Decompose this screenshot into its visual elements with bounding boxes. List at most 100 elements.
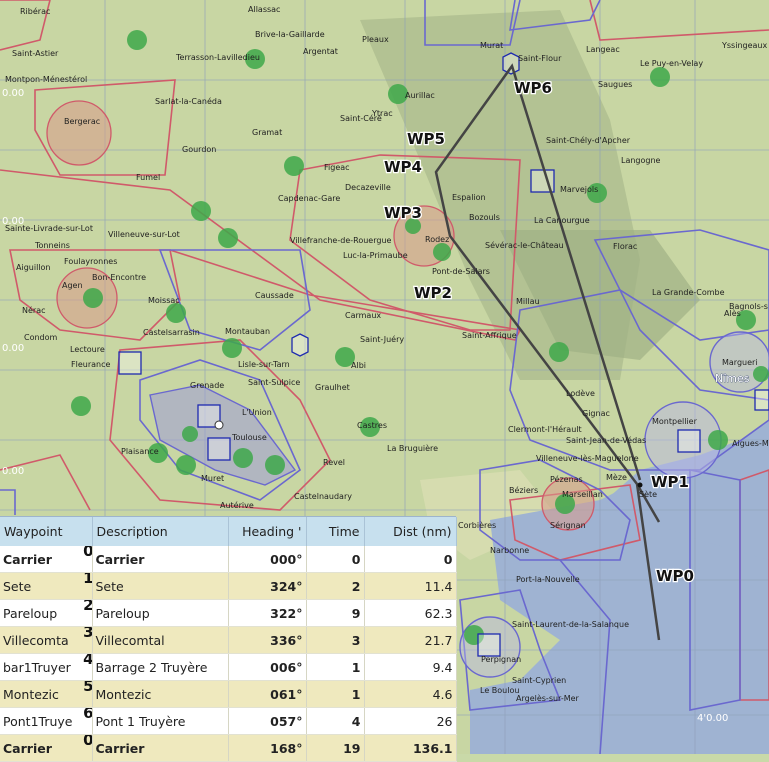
heading-cell[interactable]: 061° bbox=[228, 680, 307, 708]
waypoint-table: Waypoint Description Heading ' Time Dist… bbox=[0, 517, 457, 762]
place-label: Alès bbox=[724, 308, 741, 318]
time-cell[interactable]: 1 bbox=[306, 680, 365, 708]
dist-cell[interactable]: 4.6 bbox=[364, 680, 457, 708]
dist-cell[interactable]: 9.4 bbox=[364, 653, 457, 681]
time-cell[interactable]: 1 bbox=[306, 653, 365, 681]
wp5-label[interactable]: WP5 bbox=[406, 129, 446, 150]
place-label: Allassac bbox=[248, 5, 280, 14]
place-label: Villeneuve-sur-Lot bbox=[108, 230, 180, 239]
place-label: Montauban bbox=[225, 327, 270, 336]
heading-cell[interactable]: 168° bbox=[228, 734, 307, 762]
header-time[interactable]: Time bbox=[306, 517, 365, 546]
description-cell[interactable]: Carrier bbox=[92, 734, 229, 762]
coord-label: 0.00 bbox=[2, 466, 24, 477]
sete-marker bbox=[637, 482, 643, 488]
place-label: Aiguillon bbox=[16, 263, 50, 272]
description-cell[interactable]: Montezic bbox=[92, 680, 229, 708]
heading-cell[interactable]: 000° bbox=[228, 546, 307, 573]
heading-cell[interactable]: 336° bbox=[228, 626, 307, 654]
waypoint-cell[interactable]: Carrier0 bbox=[0, 734, 93, 762]
place-label: Castelsarrasin bbox=[143, 328, 200, 337]
place-label: Revel bbox=[323, 458, 345, 467]
place-label: Sarlat-la-Canéda bbox=[155, 96, 222, 106]
coord-label: 0.00 bbox=[2, 88, 24, 99]
place-label: Margueri bbox=[722, 358, 758, 367]
description-cell[interactable]: Sete bbox=[92, 572, 229, 600]
place-label: Fleurance bbox=[71, 360, 110, 369]
description-cell[interactable]: Pont 1 Truyère bbox=[92, 707, 229, 735]
dist-cell[interactable]: 62.3 bbox=[364, 599, 457, 627]
waypoint-cell[interactable]: bar1Truyer4 bbox=[0, 653, 93, 681]
wp6-label[interactable]: WP6 bbox=[513, 78, 553, 99]
place-label: Decazeville bbox=[345, 183, 391, 192]
description-cell[interactable]: Barrage 2 Truyère bbox=[92, 653, 229, 681]
place-label: Agen bbox=[62, 281, 83, 290]
waypoint-index: 0 bbox=[83, 546, 91, 560]
place-label: Saint-Juéry bbox=[360, 334, 404, 344]
wp1-label[interactable]: WP1 bbox=[650, 472, 690, 493]
dist-cell[interactable]: 26 bbox=[364, 707, 457, 735]
place-label: Plaisance bbox=[121, 447, 159, 456]
table-row[interactable]: bar1Truyer4 Barrage 2 Truyère 006° 1 9.4 bbox=[0, 653, 457, 681]
header-heading[interactable]: Heading ' bbox=[228, 517, 307, 546]
dist-cell[interactable]: 21.7 bbox=[364, 626, 457, 654]
description-cell[interactable]: Villecomtal bbox=[92, 626, 229, 654]
place-label: L'Union bbox=[242, 408, 272, 417]
table-row[interactable]: Montezic5 Montezic 061° 1 4.6 bbox=[0, 680, 457, 708]
wp0-label[interactable]: WP0 bbox=[655, 566, 695, 587]
header-waypoint[interactable]: Waypoint bbox=[0, 517, 93, 546]
place-label: Nérac bbox=[22, 305, 46, 315]
table-row[interactable]: Pareloup2 Pareloup 322° 9 62.3 bbox=[0, 599, 457, 627]
waypoint-cell[interactable]: Carrier0 bbox=[0, 546, 93, 573]
wp3-label[interactable]: WP3 bbox=[383, 203, 423, 224]
waypoint-cell[interactable]: Sete1 bbox=[0, 572, 93, 600]
place-label: Carmaux bbox=[345, 311, 381, 320]
waypoint-cell[interactable]: Pareloup2 bbox=[0, 599, 93, 627]
waypoint-cell[interactable]: Montezic5 bbox=[0, 680, 93, 708]
dist-cell[interactable]: 136.1 bbox=[364, 734, 457, 762]
place-label: Clermont-l'Hérault bbox=[508, 424, 582, 434]
place-label: Bergerac bbox=[64, 117, 100, 126]
place-label: Villeneuve-lès-Maguelone bbox=[536, 453, 639, 463]
place-label: Sévérac-le-Château bbox=[485, 240, 564, 250]
description-cell[interactable]: Carrier bbox=[92, 546, 229, 573]
bergerac-zone bbox=[46, 100, 112, 166]
heading-cell[interactable]: 057° bbox=[228, 707, 307, 735]
time-cell[interactable]: 4 bbox=[306, 707, 365, 735]
place-label: Le Boulou bbox=[480, 686, 519, 695]
place-label: Sète bbox=[639, 489, 657, 499]
table-row[interactable]: Sete1 Sete 324° 2 11.4 bbox=[0, 572, 457, 600]
header-dist[interactable]: Dist (nm) bbox=[364, 517, 457, 546]
heading-cell[interactable]: 006° bbox=[228, 653, 307, 681]
waypoint-cell[interactable]: Pont1Truye6 bbox=[0, 707, 93, 735]
place-label: Le Puy-en-Velay bbox=[640, 59, 703, 68]
wp2-label[interactable]: WP2 bbox=[413, 283, 453, 304]
time-cell[interactable]: 3 bbox=[306, 626, 365, 654]
header-description[interactable]: Description bbox=[92, 517, 229, 546]
place-label: Espalion bbox=[452, 193, 486, 202]
table-row[interactable]: Pont1Truye6 Pont 1 Truyère 057° 4 26 bbox=[0, 707, 457, 735]
dist-cell[interactable]: 11.4 bbox=[364, 572, 457, 600]
time-cell[interactable]: 19 bbox=[306, 734, 365, 762]
time-cell[interactable]: 2 bbox=[306, 572, 365, 600]
dist-cell[interactable]: 0 bbox=[364, 546, 457, 573]
table-row[interactable]: Villecomta3 Villecomtal 336° 3 21.7 bbox=[0, 626, 457, 654]
wp4-label[interactable]: WP4 bbox=[383, 157, 423, 178]
time-cell[interactable]: 0 bbox=[306, 546, 365, 573]
place-label: Pleaux bbox=[362, 35, 389, 44]
table-row[interactable]: Carrier0 Carrier 168° 19 136.1 bbox=[0, 734, 457, 762]
heading-cell[interactable]: 324° bbox=[228, 572, 307, 600]
waypoint-cell[interactable]: Villecomta3 bbox=[0, 626, 93, 654]
time-cell[interactable]: 9 bbox=[306, 599, 365, 627]
place-label: Marseillan bbox=[562, 490, 603, 499]
waypoint-index: 3 bbox=[83, 627, 91, 642]
place-label: Saint-Cyprien bbox=[512, 676, 566, 685]
place-label: Yssingeaux bbox=[721, 41, 767, 50]
description-cell[interactable]: Pareloup bbox=[92, 599, 229, 627]
heading-cell[interactable]: 322° bbox=[228, 599, 307, 627]
place-label: Lectoure bbox=[70, 345, 105, 354]
place-label: Saint-Flour bbox=[518, 54, 562, 63]
place-label: Argelès-sur-Mer bbox=[516, 693, 580, 703]
place-label: Gignac bbox=[582, 409, 610, 418]
table-row[interactable]: Carrier0 Carrier 000° 0 0 bbox=[0, 546, 457, 573]
